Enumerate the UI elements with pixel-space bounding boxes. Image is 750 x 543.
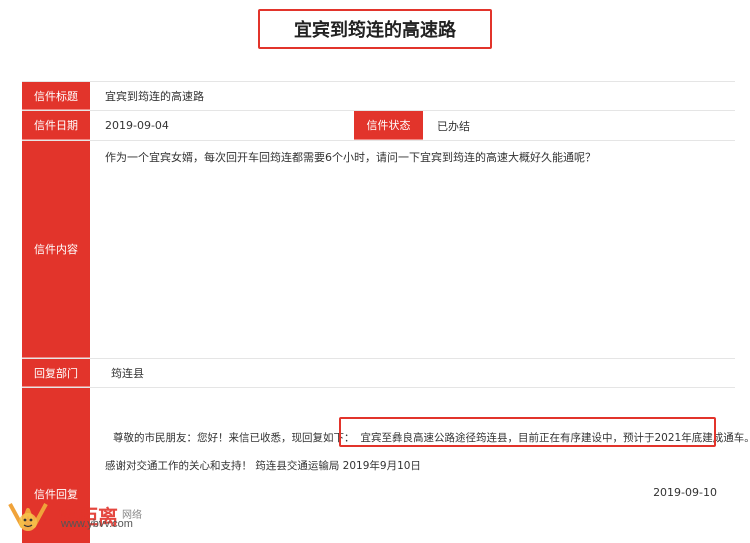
reply-dept-value: 筠连县 — [111, 367, 144, 380]
highlight-annotation-box — [339, 417, 716, 447]
letter-date-label: 信件日期 — [22, 111, 90, 140]
watermark-logo: 零距离 网络 — [6, 496, 166, 538]
letter-status-label: 信件状态 — [354, 111, 423, 140]
reply-dept-label: 回复部门 — [22, 359, 90, 387]
letter-title-row: 信件标题 宜宾到筠连的高速路 — [22, 82, 735, 111]
letter-status-value: 已办结 — [437, 119, 470, 133]
page-title: 宜宾到筠连的高速路 — [258, 9, 492, 49]
reply-dept-row: 回复部门 筠连县 — [22, 359, 735, 388]
watermark-mascot-icon: 零距离 网络 — [8, 503, 142, 531]
letter-title-label: 信件标题 — [22, 82, 90, 110]
letter-content-row: 信件内容 作为一个宜宾女婿，每次回开车回筠连都需要6个小时，请问一下宜宾到筠连的… — [22, 141, 735, 359]
letter-date-row: 信件日期 2019-09-04 信件状态 已办结 — [22, 111, 735, 141]
letter-date-value: 2019-09-04 — [105, 119, 169, 132]
reply-greeting: 尊敬的市民朋友：您好！来信已收悉，现回复如下： — [113, 432, 355, 444]
letter-content-label: 信件内容 — [22, 141, 90, 358]
letter-detail-table: 信件标题 宜宾到筠连的高速路 信件日期 2019-09-04 信件状态 已办结 … — [22, 81, 750, 543]
watermark-url: www.ybvv.com — [61, 518, 133, 530]
reply-date: 2019-09-10 — [653, 486, 717, 499]
letter-content-value: 作为一个宜宾女婿，每次回开车回筠连都需要6个小时，请问一下宜宾到筠连的高速大概好… — [105, 151, 596, 164]
reply-thanks: 感谢对交通工作的关心和支持！ 筠连县交通运输局 2019年9月10日 — [105, 460, 421, 472]
letter-title-value: 宜宾到筠连的高速路 — [105, 90, 204, 103]
